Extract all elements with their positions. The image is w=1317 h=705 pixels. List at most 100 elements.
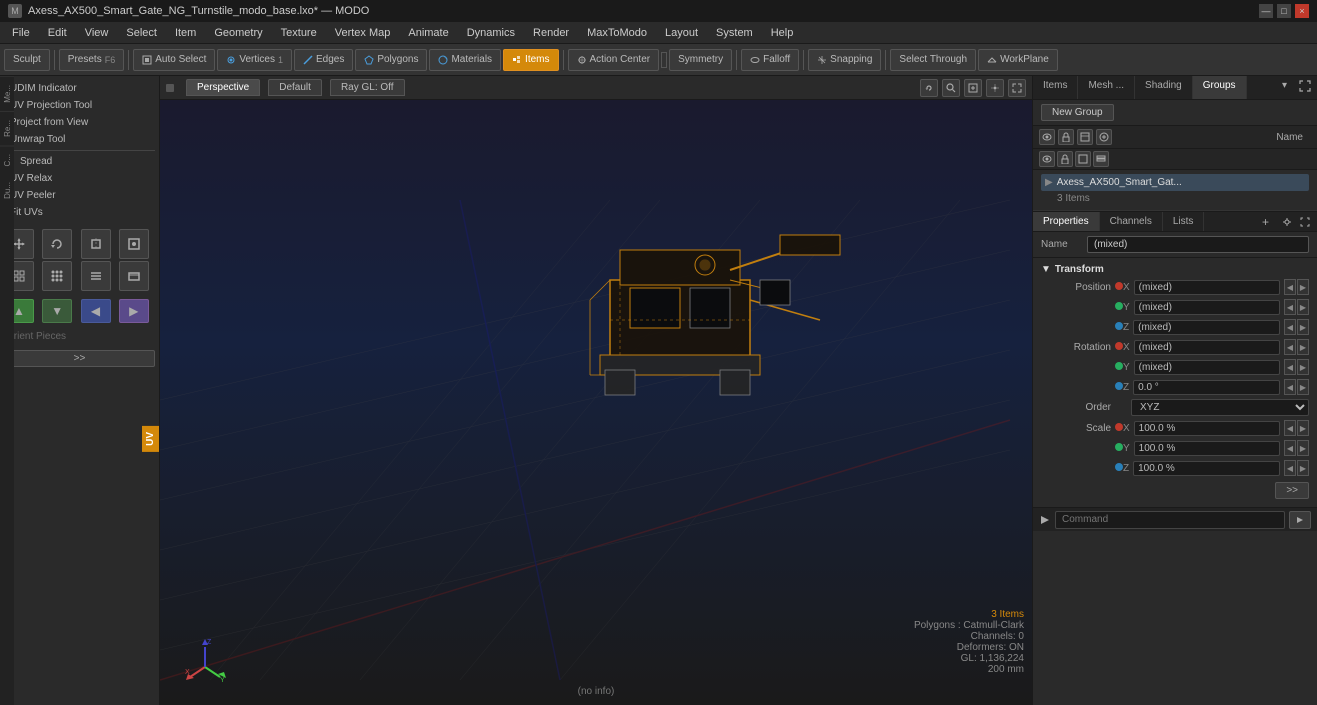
vert-tab-c[interactable]: C... xyxy=(0,145,14,174)
position-x-input[interactable] xyxy=(1134,280,1280,295)
scale-z-inc[interactable]: ▶ xyxy=(1297,460,1309,476)
vertices-button[interactable]: Vertices 1 xyxy=(217,49,292,71)
tab-mesh[interactable]: Mesh ... xyxy=(1078,76,1135,99)
groups-icon-3[interactable] xyxy=(1077,129,1093,145)
menu-texture[interactable]: Texture xyxy=(273,25,325,41)
udim-indicator[interactable]: UDIM Indicator xyxy=(4,80,155,97)
symmetry-button[interactable]: Symmetry xyxy=(669,49,732,71)
command-input[interactable] xyxy=(1055,511,1285,529)
groups-eye-icon[interactable] xyxy=(1039,129,1055,145)
scale-x-input[interactable] xyxy=(1134,421,1280,436)
tab-dropdown-arrow[interactable]: ▾ xyxy=(1276,76,1293,99)
rotation-x-input[interactable] xyxy=(1134,340,1280,355)
transform-icon[interactable] xyxy=(119,229,149,259)
eye-icon-2[interactable] xyxy=(1039,151,1055,167)
lock-icon-2[interactable] xyxy=(1057,151,1073,167)
expand-button[interactable]: >> xyxy=(4,350,155,367)
box-icon-2[interactable] xyxy=(1075,151,1091,167)
fit-uvs-tool[interactable]: Fit UVs xyxy=(4,204,155,221)
props-tab-properties[interactable]: Properties xyxy=(1033,212,1100,231)
scale-icon[interactable] xyxy=(81,229,111,259)
rot-z-dec[interactable]: ◀ xyxy=(1284,379,1296,395)
pos-z-inc[interactable]: ▶ xyxy=(1297,319,1309,335)
minimize-button[interactable]: — xyxy=(1259,4,1273,18)
scale-x-dec[interactable]: ◀ xyxy=(1284,420,1296,436)
position-z-input[interactable] xyxy=(1133,320,1280,335)
arrow-left[interactable]: ◀ xyxy=(81,299,111,323)
menu-geometry[interactable]: Geometry xyxy=(206,25,270,41)
pos-x-inc[interactable]: ▶ xyxy=(1297,279,1309,295)
edges-button[interactable]: Edges xyxy=(294,49,353,71)
viewport-tab-raygl[interactable]: Ray GL: Off xyxy=(330,79,405,96)
vp-icon-zoom[interactable] xyxy=(964,79,982,97)
sculpt-button[interactable]: Sculpt xyxy=(4,49,50,71)
props-add-button[interactable]: + xyxy=(1256,213,1275,231)
vp-icon-rotate[interactable] xyxy=(920,79,938,97)
scale-y-dec[interactable]: ◀ xyxy=(1284,440,1296,456)
viewport-tab-perspective[interactable]: Perspective xyxy=(186,79,260,96)
arrow-down[interactable]: ▼ xyxy=(42,299,72,323)
lines-icon[interactable] xyxy=(81,261,111,291)
menu-dynamics[interactable]: Dynamics xyxy=(459,25,523,41)
position-y-input[interactable] xyxy=(1134,300,1280,315)
rotation-y-input[interactable] xyxy=(1134,360,1280,375)
scale-y-inc[interactable]: ▶ xyxy=(1297,440,1309,456)
scale-y-input[interactable] xyxy=(1134,441,1280,456)
command-go-button[interactable] xyxy=(1289,511,1311,529)
vp-icon-settings[interactable] xyxy=(986,79,1004,97)
rotation-z-input[interactable] xyxy=(1133,380,1280,395)
props-tab-lists[interactable]: Lists xyxy=(1163,212,1205,231)
menu-animate[interactable]: Animate xyxy=(400,25,456,41)
viewport-menu-icon[interactable] xyxy=(166,84,174,92)
props-more-button[interactable]: >> xyxy=(1275,482,1309,499)
unwrap-tool[interactable]: Unwrap Tool xyxy=(4,131,155,148)
viewport-canvas[interactable]: X Y Z 3 Items Polygons : Catmull-Clark C… xyxy=(160,100,1032,705)
rot-x-inc[interactable]: ▶ xyxy=(1297,339,1309,355)
pos-z-dec[interactable]: ◀ xyxy=(1284,319,1296,335)
close-button[interactable]: × xyxy=(1295,4,1309,18)
uv-relax-tool[interactable]: UV Relax xyxy=(4,170,155,187)
uv-projection-tool[interactable]: UV Projection Tool xyxy=(4,97,155,114)
menu-render[interactable]: Render xyxy=(525,25,577,41)
rot-y-inc[interactable]: ▶ xyxy=(1297,359,1309,375)
menu-layout[interactable]: Layout xyxy=(657,25,706,41)
menu-vertex-map[interactable]: Vertex Map xyxy=(327,25,399,41)
new-group-button[interactable]: New Group xyxy=(1041,104,1114,121)
viewport-tab-default[interactable]: Default xyxy=(268,79,322,96)
menu-edit[interactable]: Edit xyxy=(40,25,75,41)
props-tab-channels[interactable]: Channels xyxy=(1100,212,1163,231)
groups-lock-icon[interactable] xyxy=(1058,129,1074,145)
action-center-button[interactable]: Action Center xyxy=(568,49,660,71)
menu-help[interactable]: Help xyxy=(763,25,802,41)
props-name-input[interactable] xyxy=(1087,236,1309,253)
menu-system[interactable]: System xyxy=(708,25,761,41)
workplane-button[interactable]: WorkPlane xyxy=(978,49,1058,71)
rot-z-inc[interactable]: ▶ xyxy=(1297,379,1309,395)
tab-groups[interactable]: Groups xyxy=(1193,76,1247,99)
polygons-button[interactable]: Polygons xyxy=(355,49,427,71)
auto-select-button[interactable]: Auto Select xyxy=(133,49,215,71)
viewport[interactable]: Perspective Default Ray GL: Off xyxy=(160,76,1032,705)
order-select[interactable]: XYZ XZY YXZ YZX ZXY ZYX xyxy=(1131,399,1309,416)
uv-peeler-tool[interactable]: UV Peeler xyxy=(4,187,155,204)
materials-button[interactable]: Materials xyxy=(429,49,501,71)
rotate-icon[interactable] xyxy=(42,229,72,259)
presets-button[interactable]: Presets F6 xyxy=(59,49,124,71)
scale-z-input[interactable] xyxy=(1133,461,1280,476)
vp-icon-search[interactable] xyxy=(942,79,960,97)
rot-y-dec[interactable]: ◀ xyxy=(1284,359,1296,375)
props-settings-icon[interactable] xyxy=(1279,214,1295,230)
dots-icon[interactable] xyxy=(42,261,72,291)
box-icon[interactable] xyxy=(119,261,149,291)
tab-shading[interactable]: Shading xyxy=(1135,76,1193,99)
vert-tab-du[interactable]: Du... xyxy=(0,174,14,207)
rot-x-dec[interactable]: ◀ xyxy=(1284,339,1296,355)
falloff-button[interactable]: Falloff xyxy=(741,49,799,71)
vp-icon-expand[interactable] xyxy=(1008,79,1026,97)
scale-x-inc[interactable]: ▶ xyxy=(1297,420,1309,436)
menu-item[interactable]: Item xyxy=(167,25,204,41)
layers-icon[interactable] xyxy=(1093,151,1109,167)
items-button[interactable]: Items xyxy=(503,49,558,71)
select-through-button[interactable]: Select Through xyxy=(890,49,976,71)
pos-y-inc[interactable]: ▶ xyxy=(1297,299,1309,315)
